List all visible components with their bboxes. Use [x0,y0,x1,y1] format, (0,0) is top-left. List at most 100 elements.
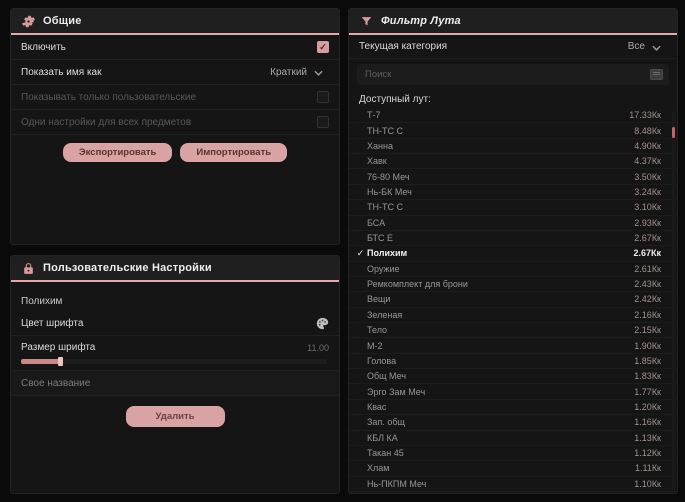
loot-item[interactable]: Общ Меч 1.83Кк [349,369,677,385]
loot-item-name: Ремкомплект для брони [367,279,468,290]
loot-item-count: 1.10Кк [634,478,661,489]
loot-item[interactable]: Нь-ПКПМ Меч 1.10Кк [349,477,677,492]
loot-item[interactable]: Такан 45 1.12Кк [349,446,677,462]
loot-item[interactable]: КБЛ КА 1.13Кк [349,431,677,446]
category-value: Все [627,41,645,52]
loot-item[interactable]: 76-80 Меч 3.50Кк [349,169,677,185]
import-button[interactable]: Импортировать [180,143,288,162]
scrollbar[interactable] [672,111,675,490]
loot-item-count: 3.10Кк [634,202,661,213]
loot-item[interactable]: Голова 1.85Кк [349,354,677,370]
loot-item[interactable]: Зап. общ 1.16Кк [349,415,677,431]
loot-item-count: 1.20Кк [634,402,661,412]
loot-item[interactable]: Ремкомплект для брони 2.43Кк [349,277,677,293]
show-name-dropdown[interactable]: Краткий [264,61,329,83]
loot-item[interactable]: Зеленая 2.16Кк [349,308,677,324]
loot-item[interactable]: Тело 2.15Кк [349,323,677,339]
loot-item[interactable]: М-2 1.90Кк [349,338,677,354]
custom-name-input[interactable] [11,371,339,396]
loot-item[interactable]: ✓ Полихим 2.67Кк [349,246,677,262]
loot-item-name: БСА [367,217,386,228]
loot-item-name: Голова [367,355,397,366]
loot-item-name: Т-7 [367,110,381,121]
loot-item[interactable]: Оружие 2.61Кк [349,262,677,277]
loot-item-name: Общ Меч [367,371,407,382]
show-name-row: Показать имя как Краткий [11,60,339,85]
loot-item-name: Нь-БК Меч [367,186,412,197]
loot-item-count: 4.37Кк [634,156,661,167]
selected-item-name: Полихим [21,296,63,307]
general-panel-header: Общие [11,9,339,35]
loot-item-name: Вещи [367,294,391,305]
loot-item-count: 1.16Кк [634,417,661,428]
loot-item[interactable]: Хлам 1.11Кк [349,461,677,477]
loot-item-count: 2.43Кк [634,279,661,290]
custom-settings-title: Пользовательские Настройки [43,262,212,274]
loot-item-name: Хавк [367,156,387,167]
loot-item[interactable]: Ханна 4.90Кк [349,139,677,155]
gear-icon [21,14,35,28]
font-color-label: Цвет шрифта [21,318,84,329]
loot-filter-panel: Фильтр Лута Текущая категория Все Доступ… [348,8,678,494]
search-bar [357,64,669,85]
loot-item[interactable]: БТС Е 2.67Кк [349,231,677,247]
slider-handle[interactable] [58,357,63,366]
only-custom-label: Показывать только пользовательские [21,91,196,103]
enable-checkbox[interactable]: ✓ [317,41,329,53]
loot-item-name: Зап. общ [367,417,405,428]
loot-item[interactable]: Эрго Зам Меч 1.77Кк [349,384,677,400]
loot-item[interactable]: Квас 1.20Кк [349,400,677,416]
loot-item-name: М-2 [367,340,383,351]
scrollbar-thumb[interactable] [672,127,675,138]
loot-item-name: Квас [367,402,387,412]
font-color-row: Цвет шрифта [11,312,339,336]
loot-item[interactable]: ТН-ТС С 3.10Кк [349,200,677,216]
loot-item[interactable]: ТН-ТС С 8.48Кк [349,123,677,139]
export-button[interactable]: Экспортировать [62,143,173,162]
loot-item[interactable]: Т-7 17.33Кк [349,108,677,124]
font-size-value: 11.00 [307,342,329,353]
loot-item-count: 2.67Кк [633,248,661,259]
same-settings-checkbox[interactable] [317,116,329,128]
loot-item[interactable]: Нь-БК Меч 3.24Кк [349,185,677,201]
loot-item-count: 1.12Кк [634,448,661,459]
loot-item-count: 1.77Кк [634,386,661,397]
inventory-grid-icon[interactable] [650,69,663,80]
delete-row: Удалить [11,406,339,427]
loot-item-count: 2.67Кк [634,233,661,244]
enable-row: Включить ✓ [11,35,339,60]
loot-item[interactable]: Вещи 2.42Кк [349,292,677,308]
custom-settings-header: Пользовательские Настройки [11,256,339,282]
loot-item-name: Такан 45 [367,448,404,459]
loot-item-name: Хлам [367,463,390,474]
loot-item-name: Тело [367,325,388,336]
loot-item-name: 76-80 Меч [367,171,410,182]
loot-item-name: БТС Е [367,233,394,244]
funnel-icon [359,14,373,28]
same-settings-row: Одни настройки для всех предметов [11,110,339,135]
loot-item-count: 1.83Кк [634,371,661,382]
palette-icon[interactable] [315,317,329,331]
only-custom-checkbox[interactable] [317,91,329,103]
checkmark-icon: ✓ [356,247,365,258]
show-name-label: Показать имя как [21,66,102,78]
category-label: Текущая категория [359,41,448,52]
loot-item-count: 1.90Кк [634,340,661,351]
lock-icon [21,261,35,275]
search-input[interactable] [365,69,650,80]
only-custom-row: Показывать только пользовательские [11,85,339,110]
delete-button[interactable]: Удалить [125,406,225,427]
loot-item-count: 17.33Кк [629,110,661,121]
loot-item-count: 2.42Кк [634,294,661,305]
loot-item-name: Эрго Зам Меч [367,386,426,397]
loot-item[interactable]: Хавк 4.37Кк [349,154,677,170]
loot-item[interactable]: БСА 2.93Кк [349,216,677,231]
loot-item-name: ТН-ТС С [367,125,403,136]
font-size-slider[interactable] [21,357,327,366]
loot-filter-title: Фильтр Лута [381,15,461,27]
loot-item-count: 1.11Кк [634,463,661,474]
loot-item-name: Зеленая [367,309,403,320]
loot-item-count: 2.16Кк [634,309,661,320]
category-dropdown[interactable]: Все [622,36,667,58]
custom-settings-panel: Пользовательские Настройки Полихим Цвет … [10,255,340,494]
